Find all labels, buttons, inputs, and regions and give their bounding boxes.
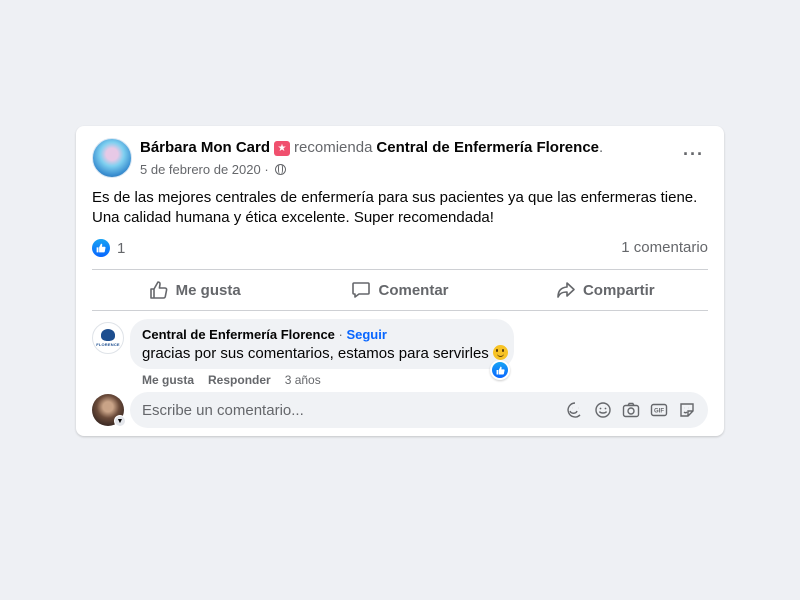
author-name[interactable]: Bárbara Mon Card	[140, 139, 270, 156]
author-avatar[interactable]	[92, 138, 132, 178]
divider	[92, 310, 708, 311]
camera-icon[interactable]	[622, 401, 640, 419]
comment-actions: Me gusta Responder 3 años	[142, 373, 321, 387]
svg-text:GIF: GIF	[654, 409, 664, 415]
follow-link[interactable]: Seguir	[346, 327, 386, 342]
post-date[interactable]: 5 de febrero de 2020 ·	[140, 162, 269, 177]
comment-input[interactable]	[142, 401, 566, 419]
comment-like-reaction[interactable]	[490, 360, 510, 380]
florence-logo-icon	[101, 329, 115, 341]
page-name-link[interactable]: Central de Enfermería Florence	[376, 139, 599, 156]
comment-count[interactable]: 1 comentario	[621, 239, 708, 256]
gif-icon[interactable]: GIF	[650, 401, 668, 419]
comment-icon	[352, 282, 371, 298]
comment-age[interactable]: 3 años	[285, 373, 321, 387]
comment-button[interactable]: Comentar	[297, 272, 502, 308]
commenter-avatar[interactable]: FLORENCE	[92, 322, 124, 354]
more-options-icon[interactable]: ···	[683, 144, 704, 165]
avatar-sticker-icon[interactable]	[678, 401, 696, 419]
comment-reply-link[interactable]: Responder	[208, 373, 271, 387]
like-icon	[149, 281, 168, 299]
action-bar: Me gusta Comentar Compartir	[92, 272, 708, 308]
post-text: Es de las mejores centrales de enfermerí…	[92, 189, 698, 226]
recommend-verb: recomienda	[294, 139, 373, 156]
post-meta: 5 de febrero de 2020 ·	[140, 162, 287, 177]
comment-text: gracias por sus comentarios, estamos par…	[142, 345, 508, 362]
post-card: Bárbara Mon Card ★ recomienda Central de En…	[76, 126, 724, 436]
like-reaction-icon	[492, 362, 508, 378]
share-button[interactable]: Compartir	[503, 272, 708, 308]
like-count: 1	[117, 239, 126, 257]
like-button[interactable]: Me gusta	[92, 272, 297, 308]
globe-icon	[275, 164, 287, 175]
reaction-summary[interactable]: 1	[92, 239, 125, 257]
comment-like-link[interactable]: Me gusta	[142, 373, 194, 387]
recommend-badge-icon: ★	[274, 141, 291, 156]
emoji-icon[interactable]	[594, 401, 612, 419]
chevron-down-icon[interactable]: ▼	[114, 415, 126, 427]
like-reaction-icon	[92, 239, 110, 257]
comment-composer: GIF	[130, 392, 708, 428]
commenter-name[interactable]: Central de Enfermería Florence	[142, 327, 335, 342]
smile-emoji-icon	[492, 345, 508, 360]
divider	[92, 269, 708, 270]
composer-tools: GIF	[566, 401, 696, 419]
share-icon	[557, 282, 575, 298]
sticker-icon[interactable]	[566, 401, 584, 419]
comment-bubble: Central de Enfermería Florence · Seguir …	[130, 319, 514, 369]
post-header: Bárbara Mon Card ★ recomienda Central de En…	[140, 139, 604, 156]
